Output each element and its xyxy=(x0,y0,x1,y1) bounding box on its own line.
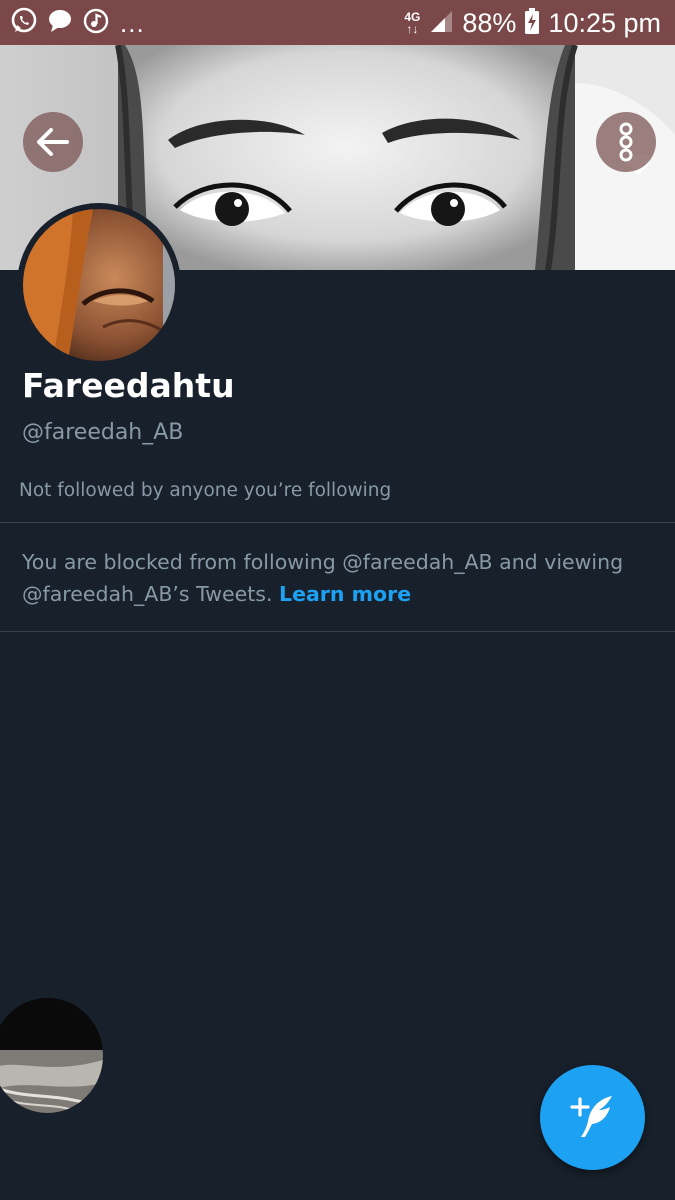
network-type: 4G ↑↓ xyxy=(404,11,420,35)
music-sync-icon xyxy=(82,7,110,39)
display-name: Fareedahtu xyxy=(22,366,235,405)
network-activity-arrows: ↑↓ xyxy=(406,22,419,36)
followed-by-note: Not followed by anyone you’re following xyxy=(19,480,392,501)
clock: 10:25 pm xyxy=(548,7,661,38)
battery-percent: 88% xyxy=(462,7,517,38)
more-options-button[interactable] xyxy=(596,112,656,172)
profile-screen: ... 4G ↑↓ 88% 10:25 pm Fareedahtu @faree… xyxy=(0,0,675,1200)
avatar-image xyxy=(23,209,175,361)
profile-avatar[interactable] xyxy=(17,203,181,367)
floating-media-bubble[interactable] xyxy=(0,998,103,1113)
back-button[interactable] xyxy=(23,112,83,172)
blocked-notice: You are blocked from following @fareedah… xyxy=(22,546,652,610)
arrow-left-icon xyxy=(36,127,70,157)
user-handle: @fareedah_AB xyxy=(22,420,184,445)
compose-tweet-icon xyxy=(568,1091,618,1145)
battery-charging-icon xyxy=(524,7,540,39)
status-bar: ... 4G ↑↓ 88% 10:25 pm xyxy=(0,0,675,45)
more-vertical-icon xyxy=(618,122,634,162)
signal-icon xyxy=(428,8,454,38)
divider xyxy=(0,522,675,523)
chat-bubble-icon xyxy=(46,7,74,39)
compose-tweet-button[interactable] xyxy=(540,1065,645,1170)
status-system: 4G ↑↓ 88% 10:25 pm xyxy=(404,6,661,40)
learn-more-link[interactable]: Learn more xyxy=(279,582,411,606)
divider xyxy=(0,631,675,632)
whatsapp-icon xyxy=(10,7,38,39)
more-notifications-indicator: ... xyxy=(120,7,145,38)
status-notifications: ... xyxy=(10,8,145,38)
